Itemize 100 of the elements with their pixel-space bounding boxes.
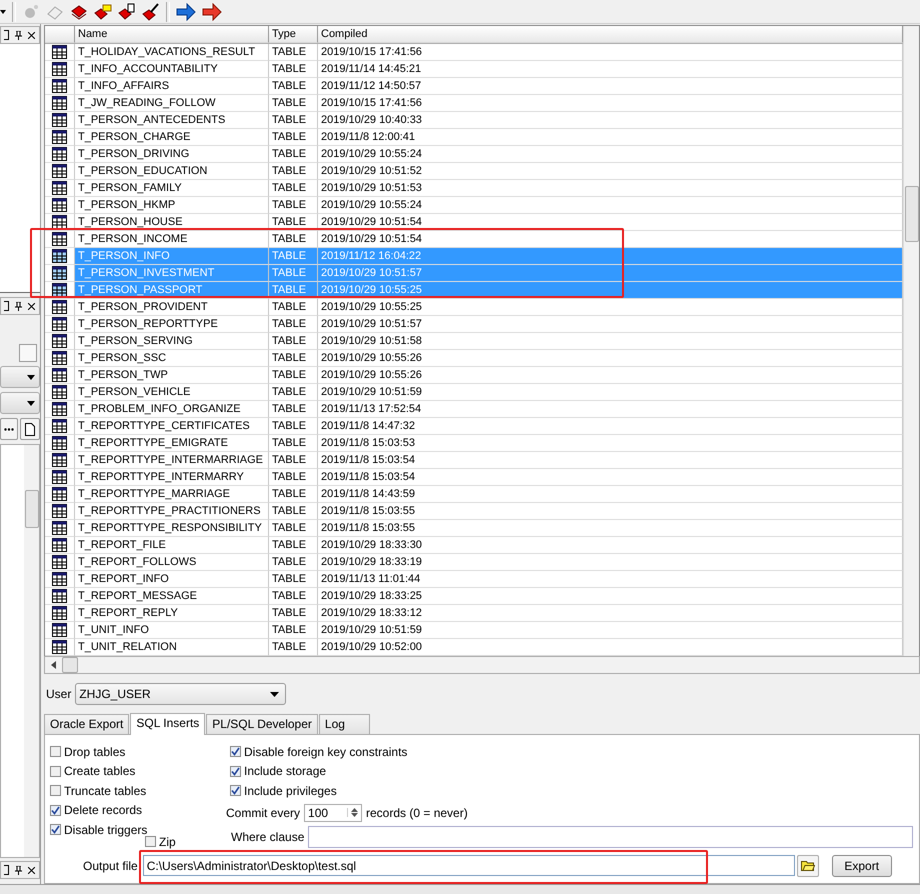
table-row[interactable]: T_HOLIDAY_VACATIONS_RESULT TABLE 2019/10/15 17:41:56 (45, 44, 903, 61)
dropdown[interactable] (0, 392, 40, 414)
table-icon (52, 317, 67, 331)
table-row[interactable]: T_REPORTTYPE_INTERMARRY TABLE 2019/11/8 15:03:54 (45, 469, 903, 486)
pin-icon[interactable] (15, 866, 22, 874)
table-row[interactable]: T_REPORT_FILE TABLE 2019/10/29 18:33:30 (45, 537, 903, 554)
pin-icon[interactable] (15, 302, 22, 310)
table-row[interactable]: T_PERSON_CHARGE TABLE 2019/11/8 12:00:41 (45, 129, 903, 146)
folder-button[interactable] (796, 854, 819, 876)
table-icon (52, 385, 67, 399)
table-cell: T_REPORTTYPE_INTERMARRIAGE (75, 452, 269, 469)
table-cell: 2019/10/29 10:55:24 (318, 197, 903, 214)
table-row[interactable]: T_PROBLEM_INFO_ORGANIZE TABLE 2019/11/13 17:52:54 (45, 401, 903, 418)
dropdown[interactable] (0, 366, 40, 388)
table-cell: T_PERSON_TWP (75, 367, 269, 384)
table-icon (52, 623, 67, 637)
checkbox[interactable] (145, 836, 156, 847)
tab[interactable]: Log (318, 714, 370, 734)
table-cell: 2019/11/8 12:00:41 (318, 129, 903, 146)
color-swatch[interactable] (19, 344, 37, 362)
export-button[interactable]: Export (832, 854, 892, 876)
table-row[interactable]: T_PERSON_TWP TABLE 2019/10/29 10:55:26 (45, 367, 903, 384)
table-row[interactable]: T_PERSON_SSC TABLE 2019/10/29 10:55:26 (45, 350, 903, 367)
table-row[interactable]: T_REPORT_REPLY TABLE 2019/10/29 18:33:12 (45, 605, 903, 622)
table-cell: 2019/11/8 15:03:53 (318, 435, 903, 452)
table-row[interactable]: T_PERSON_PROVIDENT TABLE 2019/10/29 10:55:25 (45, 299, 903, 316)
table-row[interactable]: T_REPORTTYPE_PRACTITIONERS TABLE 2019/11/8 15:03:55 (45, 503, 903, 520)
table-cell: 2019/11/13 11:01:44 (318, 571, 903, 588)
table-row[interactable]: T_UNIT_INFO TABLE 2019/10/29 10:51:59 (45, 622, 903, 639)
table-icon (52, 96, 67, 110)
table-row[interactable]: T_REPORTTYPE_INTERMARRIAGE TABLE 2019/11/8 15:03:54 (45, 452, 903, 469)
table-icon (52, 640, 67, 654)
table-row[interactable]: T_REPORTTYPE_MARRIAGE TABLE 2019/11/8 14:43:59 (45, 486, 903, 503)
close-icon[interactable] (28, 302, 35, 310)
tab[interactable]: PL/SQL Developer (206, 714, 318, 734)
table-cell: T_REPORT_FILE (75, 537, 269, 554)
column-header[interactable]: Name (75, 26, 269, 43)
table-row[interactable]: T_INFO_AFFAIRS TABLE 2019/11/12 14:50:57 (45, 78, 903, 95)
user-label: User (46, 687, 72, 701)
table-row[interactable]: T_PERSON_HKMP TABLE 2019/10/29 10:55:24 (45, 197, 903, 214)
table-row[interactable]: T_INFO_ACCOUNTABILITY TABLE 2019/11/14 14:45:21 (45, 61, 903, 78)
table-row[interactable]: T_PERSON_SERVING TABLE 2019/10/29 10:51:58 (45, 333, 903, 350)
dropdown-arrow-icon[interactable] (0, 8, 6, 16)
user-dropdown[interactable]: ZHJG_USER (75, 683, 286, 705)
scroll-bar[interactable] (44, 656, 920, 674)
table-icon (52, 487, 67, 501)
table-row[interactable]: T_PERSON_EDUCATION TABLE 2019/10/29 10:51:52 (45, 163, 903, 180)
checkbox[interactable] (50, 766, 61, 777)
table-row[interactable]: T_PERSON_FAMILY TABLE 2019/10/29 10:51:53 (45, 180, 903, 197)
table-row[interactable]: T_PERSON_VEHICLE TABLE 2019/10/29 10:51:59 (45, 384, 903, 401)
tab[interactable]: Oracle Export (44, 714, 130, 734)
table-cell: 2019/10/29 10:40:33 (318, 112, 903, 129)
close-icon[interactable] (28, 32, 35, 38)
where-clause-field[interactable] (308, 826, 913, 848)
checkbox[interactable] (230, 746, 241, 758)
document-button[interactable] (20, 418, 40, 440)
table-row[interactable]: T_PERSON_ANTECEDENTS TABLE 2019/10/29 10:40:33 (45, 112, 903, 129)
pin-icon[interactable] (15, 30, 22, 40)
table-row[interactable]: T_REPORTTYPE_RESPONSIBILITY TABLE 2019/11/8 15:03:55 (45, 520, 903, 537)
table-cell: TABLE (269, 129, 318, 146)
table-row[interactable]: T_REPORT_MESSAGE TABLE 2019/10/29 18:33:25 (45, 588, 903, 605)
right-arrow-icon[interactable] (176, 2, 196, 20)
table-row[interactable]: T_REPORTTYPE_CERTIFICATES TABLE 2019/11/8 14:47:32 (45, 418, 903, 435)
column-header (45, 26, 75, 43)
commit-spinner[interactable]: 100 (304, 804, 362, 822)
table-row[interactable]: T_REPORTTYPE_EMIGRATE TABLE 2019/11/8 15:03:53 (45, 435, 903, 452)
table-cell: TABLE (269, 299, 318, 316)
table-cell: T_REPORT_REPLY (75, 605, 269, 622)
checkbox[interactable] (230, 785, 241, 796)
right-arrow-icon[interactable] (202, 2, 222, 20)
table-row[interactable]: T_PERSON_HOUSE TABLE 2019/10/29 10:51:54 (45, 214, 903, 231)
table-row[interactable]: T_REPORT_INFO TABLE 2019/11/13 11:01:44 (45, 571, 903, 588)
table-cell: TABLE (269, 95, 318, 112)
checkbox[interactable] (50, 746, 61, 758)
table-icon (52, 198, 67, 212)
table-row[interactable]: T_JW_READING_FOLLOW TABLE 2019/10/15 17:41:56 (45, 95, 903, 112)
table-row[interactable]: T_PERSON_REPORTTYPE TABLE 2019/10/29 10:51:57 (45, 316, 903, 333)
table-row[interactable]: T_PERSON_DRIVING TABLE 2019/10/29 10:55:24 (45, 146, 903, 163)
tab[interactable]: SQL Inserts (130, 713, 206, 735)
table-icon (52, 334, 67, 348)
table-cell: TABLE (269, 316, 318, 333)
table-cell: T_INFO_ACCOUNTABILITY (75, 61, 269, 78)
table-icon (52, 555, 67, 569)
table-cell: T_REPORT_MESSAGE (75, 588, 269, 605)
table-cell: 2019/10/29 10:51:57 (318, 265, 903, 282)
scroll-bar[interactable] (24, 445, 39, 857)
checkbox[interactable] (50, 804, 61, 816)
output-file-field[interactable]: C:\Users\Administrator\Desktop\test.sql (142, 855, 795, 876)
folder-icon (800, 860, 815, 871)
checkbox[interactable] (50, 824, 61, 836)
close-icon[interactable] (28, 866, 35, 874)
checkbox[interactable] (230, 766, 241, 777)
column-header[interactable]: Type (269, 26, 318, 43)
table-cell: TABLE (269, 554, 318, 571)
column-header[interactable]: Compiled (318, 26, 903, 43)
table-row[interactable]: T_REPORT_FOLLOWS TABLE 2019/10/29 18:33:19 (45, 554, 903, 571)
checkbox[interactable] (50, 785, 61, 796)
table-icon (52, 521, 67, 535)
ellipsis-button[interactable] (0, 418, 18, 440)
table-icon (52, 164, 67, 178)
